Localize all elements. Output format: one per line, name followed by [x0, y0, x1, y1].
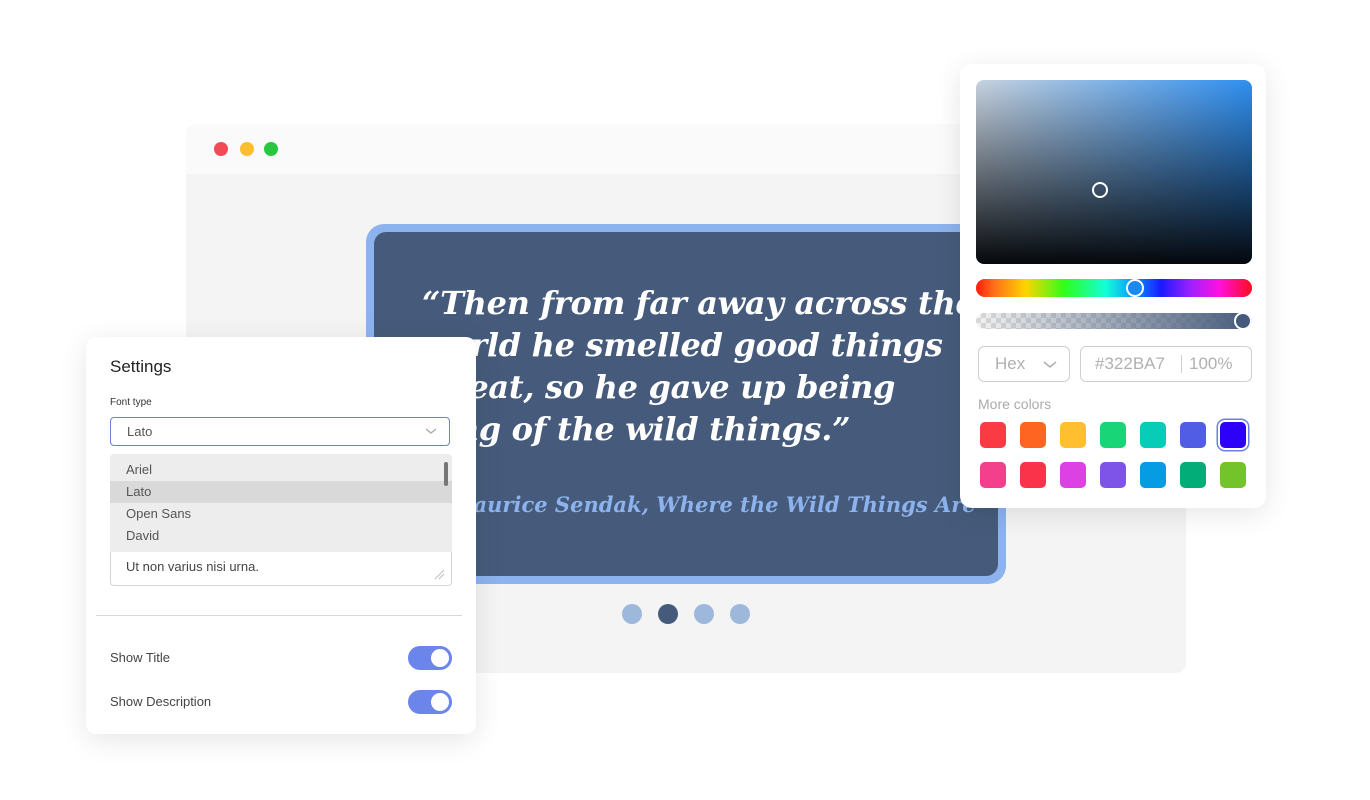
divider [96, 615, 462, 616]
color-swatch[interactable] [1140, 462, 1166, 488]
chevron-down-icon [1043, 361, 1057, 368]
carousel-dot-3[interactable] [694, 604, 714, 624]
carousel-dot-1[interactable] [622, 604, 642, 624]
color-mode-select[interactable]: Hex [978, 346, 1070, 382]
color-swatch[interactable] [1060, 422, 1086, 448]
font-option[interactable]: Ariel [110, 459, 452, 481]
settings-panel: Settings Font type Lato Ariel Lato Open Sa… [86, 337, 476, 734]
color-swatch[interactable] [1140, 422, 1166, 448]
list-scrollbar[interactable] [444, 462, 448, 486]
resize-handle-icon[interactable] [433, 568, 445, 580]
hue-slider-handle[interactable] [1125, 279, 1144, 297]
description-value: Ut non varius nisi urna. [126, 559, 259, 574]
hex-input[interactable]: #322BA7 100% [1080, 346, 1252, 382]
color-swatch[interactable] [980, 422, 1006, 448]
font-options-list[interactable]: Ariel Lato Open Sans David [110, 454, 452, 552]
color-swatch[interactable] [1020, 462, 1046, 488]
color-mode-value: Hex [995, 354, 1026, 373]
show-title-row: Show Title [110, 646, 452, 672]
toggle-knob [431, 649, 449, 667]
opacity-slider-handle[interactable] [1234, 312, 1252, 330]
maximize-window-button[interactable] [264, 142, 278, 156]
carousel-dot-2[interactable] [658, 604, 678, 624]
show-title-toggle[interactable] [408, 646, 452, 670]
carousel-dot-4[interactable] [730, 604, 750, 624]
font-option[interactable]: David [110, 525, 452, 547]
more-colors-label: More colors [978, 396, 1052, 412]
opacity-slider[interactable] [976, 312, 1252, 330]
show-description-label: Show Description [110, 694, 212, 709]
color-swatch[interactable] [1220, 462, 1246, 488]
color-swatch[interactable] [980, 462, 1006, 488]
color-picker-panel: Hex #322BA7 100% More colors [960, 64, 1266, 508]
saturation-brightness-area[interactable] [976, 80, 1252, 264]
quote-text: “Then from far away across the world he … [422, 284, 976, 448]
chevron-down-icon [425, 428, 437, 434]
font-option[interactable]: Open Sans [110, 503, 452, 525]
settings-title: Settings [110, 357, 172, 376]
hex-value: #322BA7 [1095, 354, 1165, 373]
carousel-pagination [622, 604, 750, 624]
font-option[interactable]: Lato [110, 481, 452, 503]
show-title-label: Show Title [110, 650, 170, 665]
color-swatch[interactable] [1100, 422, 1126, 448]
show-description-row: Show Description [110, 690, 452, 716]
color-swatch[interactable] [1180, 462, 1206, 488]
font-type-select[interactable]: Lato [110, 417, 450, 446]
hue-slider[interactable] [976, 279, 1252, 297]
font-select-value: Lato [127, 424, 153, 439]
color-swatch[interactable] [1020, 422, 1046, 448]
color-swatch[interactable] [1100, 462, 1126, 488]
alpha-value: 100% [1189, 354, 1233, 373]
color-cursor-handle[interactable] [1092, 182, 1109, 199]
close-window-button[interactable] [214, 142, 228, 156]
color-swatch[interactable] [1060, 462, 1086, 488]
color-swatch[interactable] [1220, 422, 1246, 448]
toggle-knob [431, 693, 449, 711]
font-type-label: Font type [110, 397, 152, 408]
color-swatch[interactable] [1180, 422, 1206, 448]
minimize-window-button[interactable] [240, 142, 254, 156]
show-description-toggle[interactable] [408, 690, 452, 714]
hex-separator [1181, 355, 1182, 373]
description-textarea[interactable]: Ut non varius nisi urna. [110, 552, 452, 586]
quote-author: — Maurice Sendak, Where the Wild Things … [422, 492, 976, 517]
